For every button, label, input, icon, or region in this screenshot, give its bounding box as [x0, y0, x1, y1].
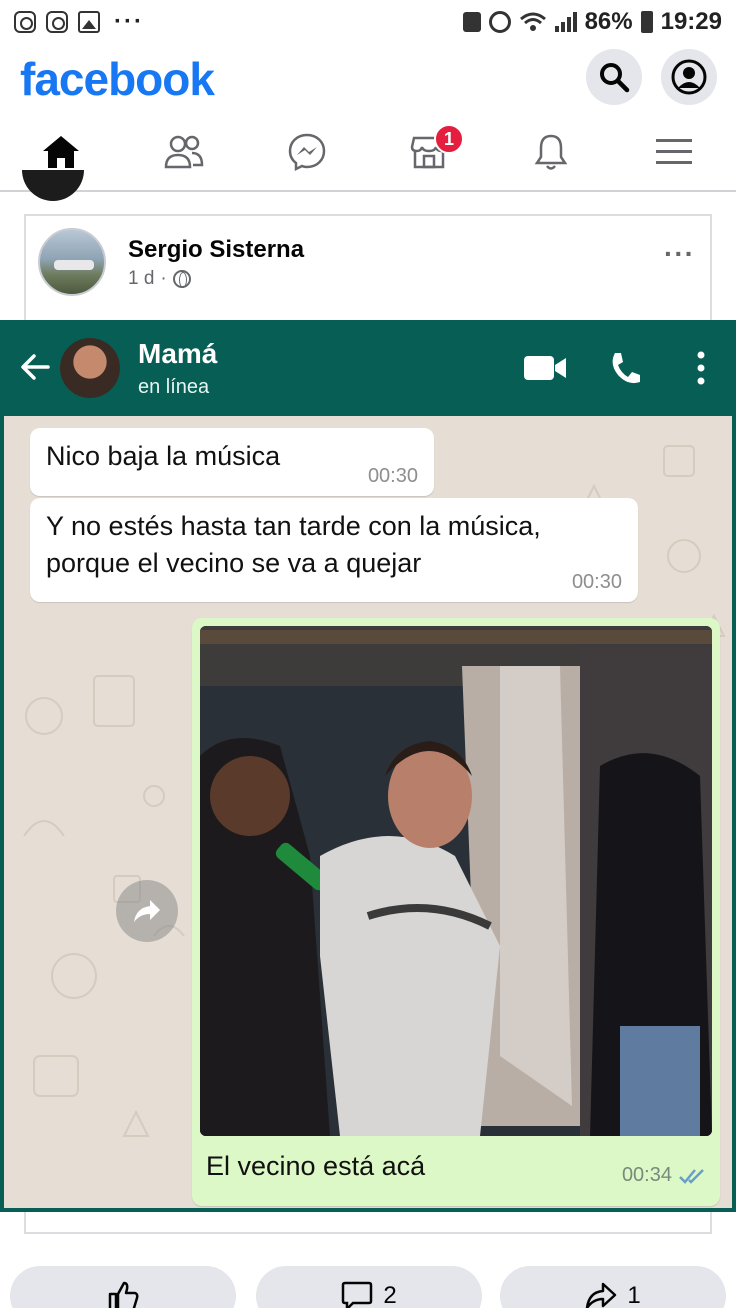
marketplace-notification-badge: 1	[434, 124, 464, 154]
tab-messenger[interactable]	[277, 126, 337, 178]
battery-icon	[640, 11, 653, 33]
status-bar: ··· 86% 19:29	[0, 0, 736, 44]
clock-time: 19:29	[660, 8, 722, 35]
message-text: El vecino está acá	[206, 1151, 426, 1181]
photo-scene	[200, 626, 712, 1136]
hamburger-menu-icon	[656, 139, 692, 164]
facebook-header: facebook	[0, 44, 736, 114]
like-button[interactable]	[10, 1266, 236, 1308]
message-time: 00:34	[621, 1164, 672, 1186]
thumbs-up-icon	[108, 1281, 139, 1308]
tab-bar: 1	[0, 114, 736, 192]
post-options-button[interactable]: ···	[664, 238, 695, 270]
post-age[interactable]: 1 d	[128, 268, 154, 290]
alarm-icon	[488, 11, 511, 33]
message-text: Y no estés hasta tan tarde con la música…	[46, 511, 541, 578]
search-button[interactable]	[586, 49, 642, 105]
tab-menu[interactable]	[644, 126, 704, 178]
chat-message-incoming: Nico baja la música 00:30	[30, 428, 434, 496]
post-meta: 1 d ·	[128, 268, 191, 290]
message-text: Nico baja la música	[46, 441, 281, 471]
post-image-whatsapp-screenshot[interactable]: Mamá en línea Nico baja la música 00:30 …	[0, 320, 736, 1212]
messenger-icon	[288, 133, 326, 172]
bell-icon	[534, 134, 568, 170]
back-arrow-icon	[21, 354, 50, 380]
signal-icon	[554, 12, 577, 32]
instagram-icon	[46, 11, 68, 33]
battery-saver-icon	[462, 12, 481, 32]
search-icon	[600, 63, 630, 93]
forward-button	[116, 880, 178, 942]
phone-icon	[612, 353, 640, 384]
chat-photo	[200, 626, 712, 1136]
contact-avatar	[60, 338, 120, 398]
message-time: 00:30	[367, 465, 418, 487]
share-icon	[586, 1282, 617, 1308]
message-meta: 00:34	[622, 1157, 708, 1194]
friends-icon	[164, 135, 204, 169]
tab-friends[interactable]	[154, 126, 214, 178]
post-actions-bar: 2 1	[0, 1266, 736, 1308]
chat-message-outgoing-photo: El vecino está acá 00:34	[192, 618, 720, 1206]
screen: ··· 86% 19:29 facebook 1 Sergio Sisterna…	[0, 0, 736, 1308]
post-author-name[interactable]: Sergio Sisterna	[128, 236, 304, 264]
comment-button[interactable]: 2	[256, 1266, 482, 1308]
whatsapp-header: Mamá en línea	[4, 320, 732, 416]
meta-separator: ·	[160, 268, 167, 289]
home-icon	[43, 136, 79, 168]
contact-name: Mamá	[138, 338, 218, 369]
more-vertical-icon	[697, 351, 705, 385]
tab-notifications[interactable]	[521, 126, 581, 178]
message-time: 00:30	[571, 571, 622, 593]
profile-icon	[671, 59, 707, 95]
globe-icon	[172, 270, 191, 288]
read-receipt-icon	[679, 1168, 704, 1184]
shares-count: 1	[627, 1282, 641, 1308]
gallery-icon	[78, 11, 100, 33]
instagram-icon	[14, 11, 36, 33]
share-button[interactable]: 1	[500, 1266, 726, 1308]
forward-arrow-icon	[134, 900, 160, 922]
video-call-icon	[524, 356, 566, 380]
author-avatar[interactable]	[38, 228, 106, 296]
status-bar-right: 86% 19:29	[462, 8, 722, 36]
status-bar-left: ···	[14, 8, 144, 36]
facebook-logo[interactable]: facebook	[20, 52, 215, 106]
wifi-icon	[519, 12, 546, 31]
profile-button[interactable]	[661, 49, 717, 105]
chat-message-incoming: Y no estés hasta tan tarde con la música…	[30, 498, 638, 602]
comment-icon	[342, 1281, 373, 1308]
battery-percent: 86%	[584, 8, 633, 35]
more-notifications-icon: ···	[114, 8, 144, 35]
comments-count: 2	[383, 1282, 397, 1308]
contact-status: en línea	[138, 376, 210, 398]
